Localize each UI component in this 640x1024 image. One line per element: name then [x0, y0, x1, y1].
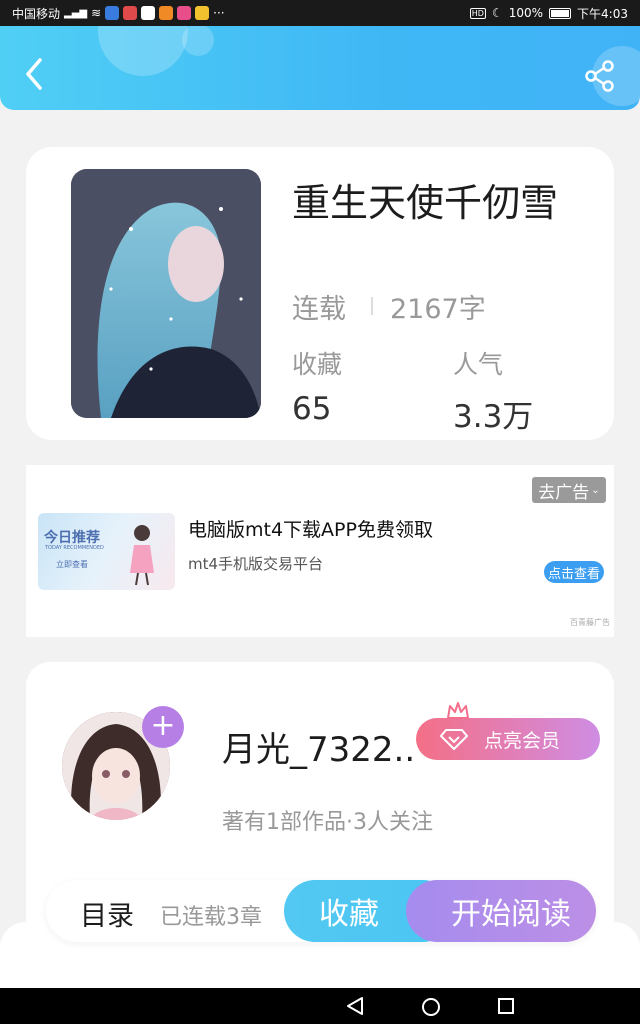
battery-icon: [549, 7, 572, 19]
app-notification-icon: [105, 6, 120, 20]
book-cover[interactable]: [71, 169, 261, 418]
crown-icon: [447, 702, 469, 719]
back-arrow-icon: [26, 58, 42, 90]
chevron-down-icon: ⌄: [591, 484, 600, 496]
follow-author-button[interactable]: +: [142, 706, 184, 748]
signal-icon: ▂▄▆: [64, 7, 88, 19]
table-of-contents-button[interactable]: 目录: [80, 894, 134, 933]
share-button[interactable]: [584, 60, 616, 92]
ad-image[interactable]: 今日推荐 TODAY RECOMMENDED 立即查看: [38, 513, 175, 590]
vip-label: 点亮会员: [484, 729, 561, 752]
meta-divider: [371, 297, 373, 315]
wifi-icon: ≋: [91, 6, 102, 20]
book-title: 重生天使千仞雪: [292, 181, 559, 225]
favorites-label: 收藏: [292, 350, 343, 379]
nav-recents-icon[interactable]: [496, 996, 516, 1016]
more-notifications: ···: [213, 6, 225, 20]
decorative-bubble: [182, 26, 214, 56]
moon-icon: ☾: [491, 6, 503, 20]
share-icon: [585, 60, 614, 92]
vip-membership-button[interactable]: 点亮会员: [416, 718, 600, 760]
carrier-label: 中国移动: [12, 6, 61, 21]
author-stats: 著有1部作品·3人关注: [222, 810, 433, 835]
chapter-count: 已连载3章: [160, 905, 262, 930]
hd-badge: HD: [469, 7, 486, 19]
collect-label: 收藏: [319, 897, 379, 932]
popularity-label: 人气: [453, 350, 504, 379]
girl-illustration: [130, 525, 154, 586]
popularity-count: 3.3万: [453, 399, 534, 435]
app-notification-icon: [123, 6, 138, 20]
back-button[interactable]: [20, 56, 50, 92]
cover-illustration: [71, 169, 261, 418]
action-bar: 目录 已连载3章 收藏 开始阅读: [46, 880, 596, 942]
serial-status: 连载: [292, 294, 346, 325]
diamond-icon: [440, 729, 468, 750]
nav-home-icon[interactable]: [420, 996, 442, 1018]
remove-ad-label: 去广告: [538, 482, 590, 503]
ad-subtext: mt4手机版交易平台: [188, 555, 324, 573]
ad-cta-button[interactable]: 点击查看: [544, 561, 604, 583]
clock: 下午4:03: [577, 6, 628, 21]
ad-image-button: 立即查看: [56, 560, 88, 569]
header-bar: [0, 26, 640, 110]
status-bar: 中国移动 ▂▄▆ ≋ ··· HD ☾ 100% 下午4:03: [0, 0, 640, 26]
battery-percent: 100%: [508, 6, 544, 20]
ad-banner[interactable]: 去广告 ⌄ 今日推荐 TODAY RECOMMENDED 立即查看 电脑版mt4…: [26, 465, 614, 637]
ad-image-title: 今日推荐: [44, 530, 100, 546]
app-notification-icon: [177, 6, 192, 20]
word-count: 2167字: [390, 294, 486, 325]
ad-source-label: 百青藤广告: [570, 618, 610, 627]
ad-image-subtitle: TODAY RECOMMENDED: [45, 545, 104, 551]
author-name[interactable]: 月光_7322..: [222, 722, 415, 771]
system-nav-bar: [0, 988, 640, 1024]
favorites-count: 65: [292, 391, 332, 427]
app-notification-icon: [159, 6, 174, 20]
book-info-card: 重生天使千仞雪 连载 2167字 收藏 65 人气 3.3万: [26, 147, 614, 440]
decorative-bubble: [98, 26, 188, 76]
read-label: 开始阅读: [451, 897, 571, 932]
nav-back-icon[interactable]: [344, 996, 366, 1016]
ad-headline: 电脑版mt4下载APP免费领取: [188, 519, 433, 541]
start-reading-button[interactable]: 开始阅读: [406, 880, 596, 942]
remove-ad-button[interactable]: 去广告 ⌄: [532, 477, 606, 503]
app-notification-icon: [141, 6, 156, 20]
plus-icon: +: [150, 708, 176, 743]
app-notification-icon: [195, 6, 210, 20]
